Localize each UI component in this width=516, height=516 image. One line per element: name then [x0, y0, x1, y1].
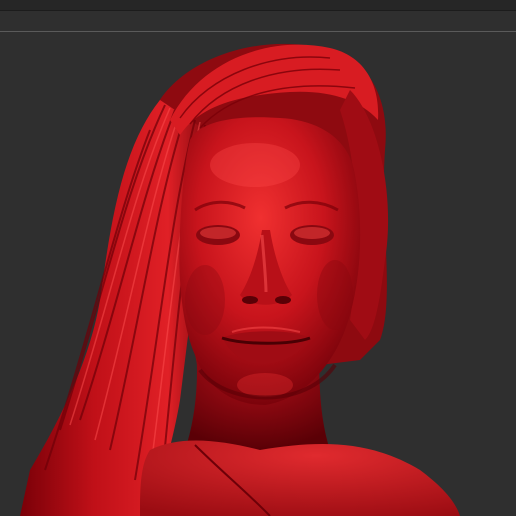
sculpt-model[interactable]: [0, 32, 516, 516]
top-menu-bar[interactable]: [0, 0, 516, 11]
forehead-highlight: [210, 143, 300, 187]
shoulders: [140, 440, 460, 516]
chin-highlight: [237, 373, 293, 397]
sculpt-app-window: [0, 0, 516, 516]
3d-viewport[interactable]: [0, 32, 516, 516]
